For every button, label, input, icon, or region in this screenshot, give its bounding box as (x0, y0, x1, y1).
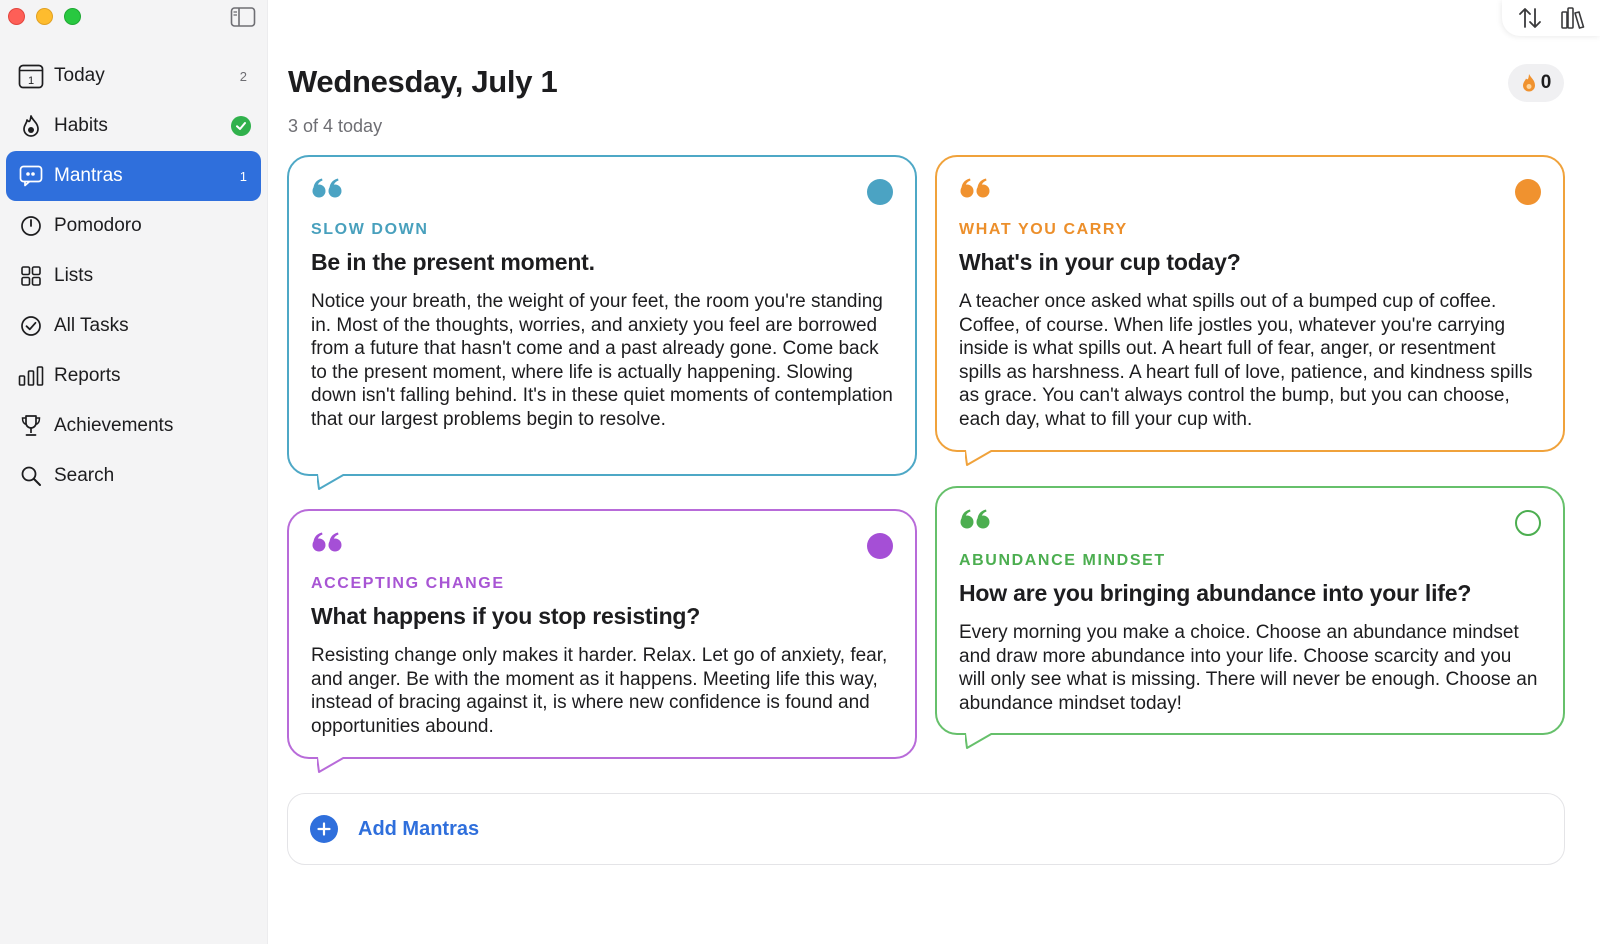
mantra-title: What happens if you stop resisting? (311, 603, 701, 629)
zoom-window-button[interactable] (64, 8, 81, 25)
speech-bubble-tail (965, 732, 995, 749)
toolbar (1502, 0, 1600, 36)
sidebar-item-label: Today (54, 65, 105, 86)
sidebar-item-count: 1 (239, 168, 247, 184)
sidebar-item-reports[interactable]: Reports (6, 351, 261, 401)
sidebar-nav: 1 Today 2 Habits Mantras 1 Pomodoro List… (6, 51, 261, 501)
mantra-card[interactable]: ABUNDANCE MINDSET How are you bringing a… (935, 486, 1565, 749)
mantra-category: SLOW DOWN (311, 221, 429, 238)
main-content: Wednesday, July 1 3 of 4 today 0 SLOW DO… (268, 0, 1600, 944)
plus-icon (310, 815, 338, 843)
mantra-category: ACCEPTING CHANGE (311, 575, 505, 592)
app-window: 1 Today 2 Habits Mantras 1 Pomodoro List… (0, 0, 1600, 944)
sidebar-item-all-tasks[interactable]: All Tasks (6, 301, 261, 351)
sidebar-item-achievements[interactable]: Achievements (6, 401, 261, 451)
page-subtitle: 3 of 4 today (288, 116, 383, 136)
close-window-button[interactable] (8, 8, 25, 25)
speech-bubble-tail (965, 449, 995, 466)
minimize-window-button[interactable] (36, 8, 53, 25)
calendar-day-icon: 1 (18, 63, 44, 89)
checkmark-circle-icon (18, 313, 44, 339)
completion-toggle[interactable] (1515, 179, 1541, 205)
mantra-title: Be in the present moment. (311, 249, 595, 275)
bar-chart-icon (18, 363, 44, 389)
mantra-body: Every morning you make a choice. Choose … (959, 622, 1538, 714)
flame-icon (1522, 74, 1535, 92)
mantra-category: WHAT YOU CARRY (959, 221, 1128, 238)
sidebar: 1 Today 2 Habits Mantras 1 Pomodoro List… (0, 0, 268, 944)
streak-count: 0 (1540, 72, 1552, 93)
mantra-card[interactable]: ACCEPTING CHANGE What happens if you sto… (287, 509, 917, 773)
mantra-title: What's in your cup today? (959, 249, 1241, 275)
page-title: Wednesday, July 1 (288, 64, 558, 99)
mantra-body: Notice your breath, the weight of your f… (311, 291, 893, 430)
sidebar-item-mantras[interactable]: Mantras 1 (6, 151, 261, 201)
window-controls (8, 8, 81, 25)
flame-icon (18, 113, 44, 139)
timer-icon (18, 213, 44, 239)
sidebar-item-label: Habits (54, 115, 108, 136)
search-icon (18, 463, 44, 489)
sidebar-item-count: 2 (239, 68, 247, 84)
sidebar-item-label: Pomodoro (54, 215, 142, 236)
sidebar-item-label: Achievements (54, 415, 174, 436)
sidebar-item-today[interactable]: 1 Today 2 (6, 51, 261, 101)
mantra-card[interactable]: SLOW DOWN Be in the present moment. Noti… (287, 155, 917, 490)
mantra-body: A teacher once asked what spills out of … (959, 291, 1533, 430)
quote-icon (959, 177, 991, 204)
speech-bubble-tail (317, 756, 347, 773)
completion-toggle[interactable] (867, 533, 893, 559)
sidebar-item-label: All Tasks (54, 315, 129, 336)
sidebar-toggle-icon[interactable] (230, 6, 256, 28)
sort-arrows-icon[interactable] (1515, 3, 1545, 33)
sidebar-item-label: Lists (54, 265, 94, 286)
sidebar-item-habits[interactable]: Habits (6, 101, 261, 151)
add-mantras-label: Add Mantras (358, 817, 480, 840)
sidebar-item-label: Search (54, 465, 115, 486)
completion-toggle[interactable] (867, 179, 893, 205)
completion-toggle[interactable] (1515, 510, 1541, 536)
svg-text:1: 1 (28, 75, 34, 87)
add-mantras-button[interactable]: Add Mantras (287, 793, 1565, 865)
sidebar-item-label: Mantras (54, 165, 123, 186)
streak-badge[interactable]: 0 (1508, 64, 1564, 102)
grid-icon (18, 263, 44, 289)
speech-bubble-tail (317, 473, 347, 490)
sidebar-item-label: Reports (54, 365, 121, 386)
mantra-card[interactable]: WHAT YOU CARRY What's in your cup today?… (935, 155, 1565, 466)
sidebar-item-lists[interactable]: Lists (6, 251, 261, 301)
mantra-category: ABUNDANCE MINDSET (959, 552, 1166, 569)
completed-checkmark-icon (231, 116, 251, 136)
library-icon[interactable] (1558, 3, 1588, 33)
quote-bubble-icon (18, 163, 44, 189)
trophy-icon (18, 413, 44, 439)
quote-icon (311, 531, 343, 558)
quote-icon (959, 508, 991, 535)
sidebar-item-search[interactable]: Search (6, 451, 261, 501)
mantra-body: Resisting change only makes it harder. R… (311, 645, 888, 737)
quote-icon (311, 177, 343, 204)
sidebar-item-pomodoro[interactable]: Pomodoro (6, 201, 261, 251)
mantra-title: How are you bringing abundance into your… (959, 580, 1472, 606)
